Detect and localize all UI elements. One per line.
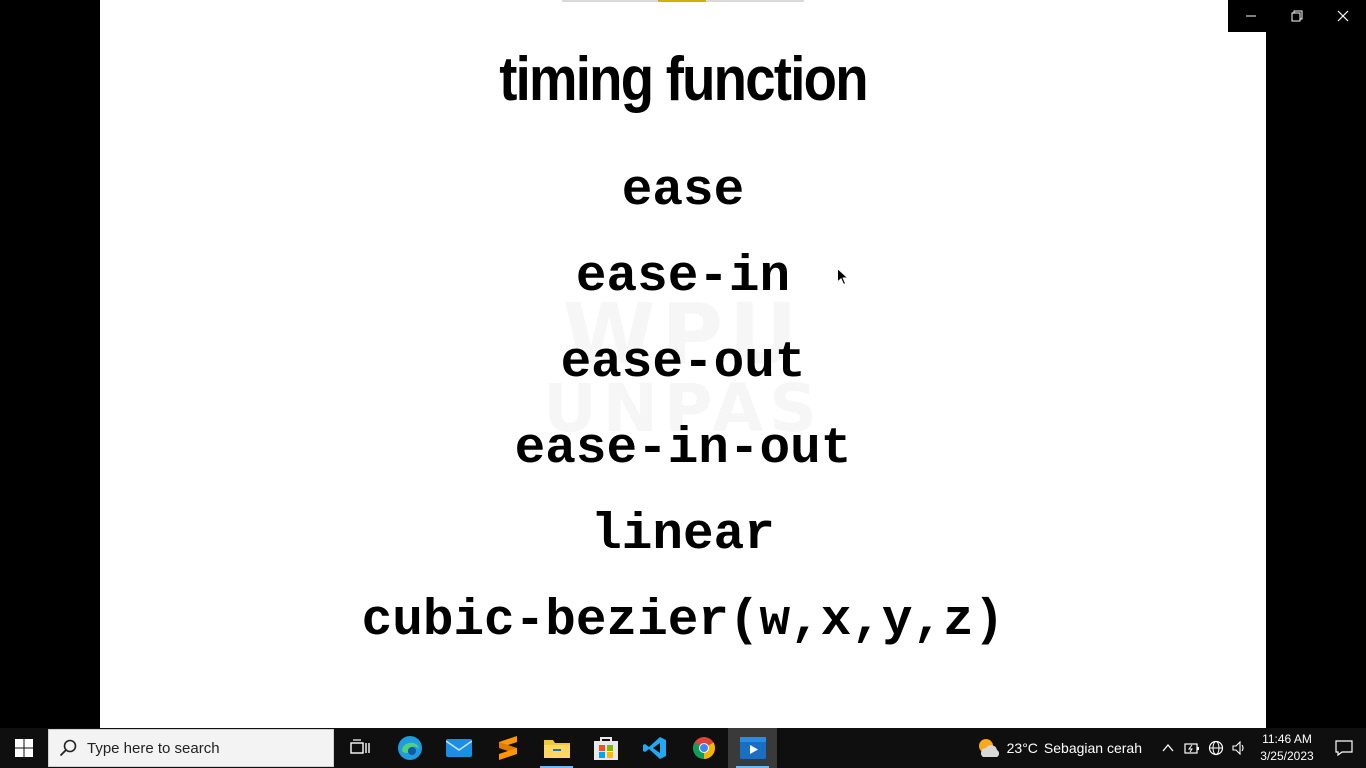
search-input[interactable] — [87, 739, 317, 757]
weather-temperature: 23°C — [1006, 740, 1038, 756]
video-icon — [739, 737, 766, 759]
partly-cloudy-icon — [978, 739, 999, 757]
taskbar-search[interactable] — [48, 729, 334, 767]
speaker-icon — [1232, 741, 1244, 755]
taskbar-app-task-view[interactable] — [336, 728, 385, 768]
task-view-icon — [349, 739, 370, 754]
start-button[interactable] — [0, 728, 48, 768]
close-button[interactable] — [1320, 0, 1366, 32]
taskbar-app-vs-code[interactable] — [630, 728, 679, 768]
network-button[interactable] — [1204, 728, 1228, 768]
slide-title: timing function — [499, 45, 868, 114]
taskbar-app-video-player[interactable] — [728, 728, 777, 768]
chevron-up-icon — [1162, 744, 1174, 752]
windows-logo-icon — [15, 739, 33, 757]
edge-icon — [397, 736, 422, 760]
clock-time: 11:46 AM — [1262, 732, 1312, 746]
mail-icon — [445, 739, 472, 757]
function-ease-out: ease-out — [560, 335, 806, 392]
function-ease: ease — [621, 163, 745, 220]
function-ease-in: ease-in — [575, 249, 791, 306]
weather-widget[interactable]: 23°C Sebagian cerah — [977, 737, 1142, 759]
vscode-icon — [642, 737, 666, 759]
volume-button[interactable] — [1228, 728, 1252, 768]
window-controls — [1228, 0, 1366, 32]
video-frame: WPU UNPAS timing function ease ease-in e… — [100, 0, 1266, 728]
clock-date: 3/25/2023 — [1260, 749, 1314, 763]
close-icon — [1337, 10, 1349, 22]
function-ease-in-out: ease-in-out — [514, 421, 852, 478]
store-icon — [593, 737, 618, 760]
restore-icon — [1291, 10, 1303, 22]
taskbar: 23°C Sebagian cerah 11:46 AM 3/25/2023 — [0, 728, 1366, 768]
taskbar-app-mail[interactable] — [434, 728, 483, 768]
weather-description: Sebagian cerah — [1043, 740, 1142, 756]
folder-icon — [543, 740, 570, 758]
battery-button[interactable] — [1180, 728, 1204, 768]
taskbar-app-chrome[interactable] — [679, 728, 728, 768]
top-progress-strip — [562, 0, 804, 2]
notification-icon — [1335, 740, 1353, 756]
taskbar-clock[interactable]: 11:46 AM 3/25/2023 — [1256, 731, 1318, 765]
taskbar-app-microsoft-store[interactable] — [581, 728, 630, 768]
search-icon — [49, 739, 87, 757]
restore-button[interactable] — [1274, 0, 1320, 32]
sublime-icon — [498, 736, 517, 760]
battery-icon — [1184, 743, 1199, 754]
show-hidden-icons-button[interactable] — [1156, 728, 1180, 768]
function-linear: linear — [591, 507, 775, 564]
taskbar-app-sublime-text[interactable] — [483, 728, 532, 768]
minimize-button[interactable] — [1228, 0, 1274, 32]
taskbar-app-file-explorer[interactable] — [532, 728, 581, 768]
mouse-cursor-icon — [837, 268, 849, 286]
function-cubic-bezier: cubic-bezier(w,x,y,z) — [361, 593, 1005, 650]
system-tray: 23°C Sebagian cerah 11:46 AM 3/25/2023 — [977, 728, 1366, 768]
action-center-button[interactable] — [1322, 728, 1366, 768]
minimize-icon — [1246, 15, 1256, 17]
globe-icon — [1208, 740, 1224, 756]
taskbar-app-edge[interactable] — [385, 728, 434, 768]
chrome-icon — [692, 737, 715, 759]
